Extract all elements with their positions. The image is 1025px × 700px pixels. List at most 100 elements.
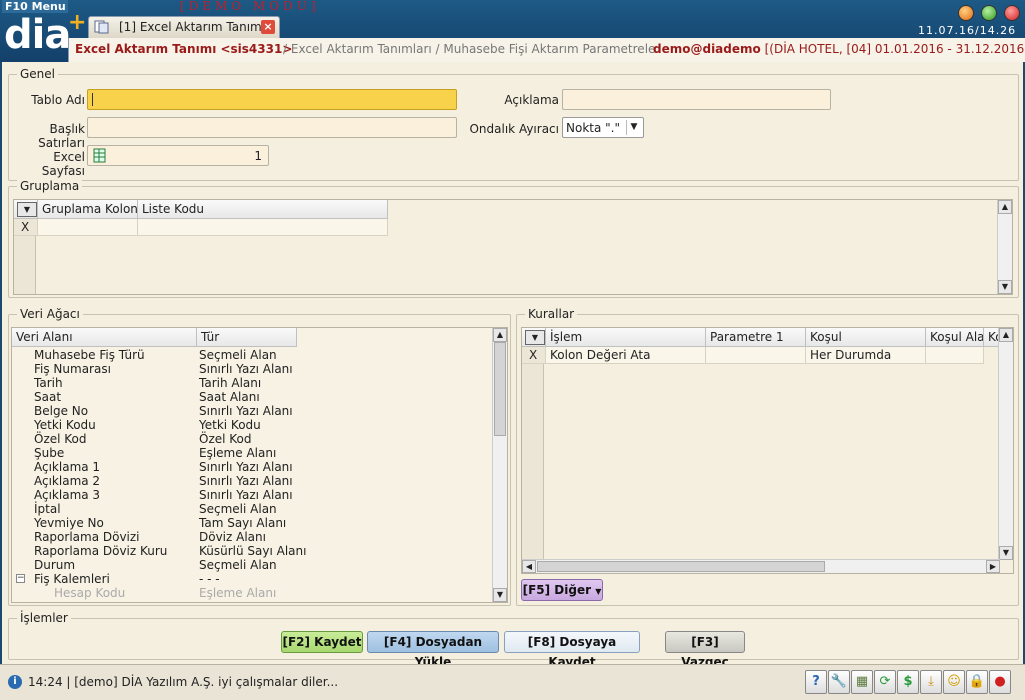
chevron-down-icon[interactable]: ▼ (17, 202, 37, 217)
scroll-left-icon[interactable]: ◀ (522, 560, 536, 573)
download-icon[interactable]: ⤓ (920, 670, 942, 694)
chevron-down-icon[interactable]: ▼ (626, 120, 641, 135)
demo-mode-label: [DEMO MODU] (180, 0, 320, 13)
liste-kodu-header[interactable]: Liste Kodu (138, 200, 388, 219)
main-panel: Genel Tablo Adı Açıklama Başlık Satırlar… (2, 62, 1023, 669)
tree-row[interactable]: İptal Seçmeli Alan (12, 502, 492, 516)
tab-excel-aktarim[interactable]: [1] Excel Aktarım Tanımı × (88, 16, 280, 38)
scroll-thumb[interactable] (537, 561, 825, 572)
gruplama-kolonu-cell[interactable] (38, 219, 138, 236)
tree-row[interactable]: Muhasebe Fiş Türü Seçmeli Alan (12, 348, 492, 362)
dosyaya-kaydet-button[interactable]: [F8] Dosyaya Kaydet (504, 631, 640, 669)
scroll-right-icon[interactable]: ▶ (986, 560, 1000, 573)
tree-field-type: Tarih Alanı (199, 376, 262, 390)
aciklama-input[interactable] (562, 89, 831, 110)
status-bar: i 14:24 | [demo] DİA Yazılım A.Ş. iyi ça… (0, 664, 1025, 700)
kurallar-horizontal-scrollbar[interactable]: ◀ ▶ (522, 559, 1000, 573)
tree-field-type: Eşleme Alanı (199, 586, 277, 600)
veri-agaci-vertical-scrollbar[interactable]: ▲ ▼ (492, 328, 507, 602)
collapse-icon[interactable]: − (16, 574, 25, 583)
diger-button[interactable]: [F5] Diğer ▼ (521, 579, 603, 601)
minimize-button[interactable] (958, 5, 974, 21)
tur-header[interactable]: Tür (197, 328, 297, 347)
vazgec-button[interactable]: [F3] Vazgeç (665, 631, 745, 669)
tree-row[interactable]: Saat Saat Alanı (12, 390, 492, 404)
diger-label: [F5] Diğer (522, 583, 592, 597)
tree-row[interactable]: Tarih Tarih Alanı (12, 376, 492, 390)
plus-icon[interactable]: + (68, 12, 86, 34)
maximize-button[interactable] (981, 5, 997, 21)
tree-row[interactable]: Hesap Kodu Eşleme Alanı (12, 586, 492, 600)
tree-row[interactable]: Raporlama Dövizi Döviz Alanı (12, 530, 492, 544)
currency-icon[interactable]: $ (897, 670, 919, 694)
kaydet-button[interactable]: [F2] Kaydet (281, 631, 363, 653)
scroll-down-icon[interactable]: ▼ (493, 588, 507, 602)
tree-field-name: Yevmiye No (34, 516, 104, 530)
tree-field-type: Sınırlı Yazı Alanı (199, 362, 293, 376)
tree-field-type: Küsürlü Sayı Alanı (199, 544, 307, 558)
tree-row[interactable]: Özel Kod Özel Kod (12, 432, 492, 446)
scroll-up-icon[interactable]: ▲ (493, 328, 507, 342)
close-icon[interactable]: × (261, 20, 275, 34)
power-icon[interactable]: ● (989, 670, 1011, 694)
baslik-satirlari-input[interactable] (87, 117, 457, 138)
tree-field-name: Açıklama 1 (34, 460, 101, 474)
lock-icon[interactable]: 🔒 (966, 670, 988, 694)
parametre-cell[interactable] (706, 347, 806, 364)
tree-row[interactable]: Açıklama 2 Sınırlı Yazı Alanı (12, 474, 492, 488)
ondalik-ayiraci-select[interactable]: Nokta "." ▼ (562, 117, 644, 138)
tablo-adi-input[interactable] (87, 89, 457, 110)
tree-row[interactable]: Açıklama 1 Sınırlı Yazı Alanı (12, 460, 492, 474)
wrench-icon[interactable]: 🔧 (828, 670, 850, 694)
tree-field-type: Tam Sayı Alanı (199, 516, 287, 530)
chevron-down-icon[interactable]: ▼ (525, 330, 545, 345)
islemler-legend: İşlemler (17, 611, 71, 625)
kosul-alani-header[interactable]: Koşul Alanı (926, 328, 984, 347)
veri-alani-header[interactable]: Veri Alanı (12, 328, 197, 347)
tree-row[interactable]: − Fiş Kalemleri - - - (12, 572, 492, 586)
tree-field-name: Saat (34, 390, 62, 404)
tree-body: Muhasebe Fiş Türü Seçmeli Alan Fiş Numaras… (12, 348, 492, 602)
close-window-button[interactable] (1004, 5, 1020, 21)
islem-cell[interactable]: Kolon Değeri Ata (546, 347, 706, 364)
kosul-header[interactable]: Koşul (806, 328, 926, 347)
kosul-alani-cell[interactable] (926, 347, 984, 364)
tree-row[interactable]: Yevmiye No Tam Sayı Alanı (12, 516, 492, 530)
kosul-cell[interactable]: Her Durumda (806, 347, 926, 364)
tree-row[interactable]: Açıklama 3 Sınırlı Yazı Alanı (12, 488, 492, 502)
tree-row[interactable]: Durum Seçmeli Alan (12, 558, 492, 572)
scroll-down-icon[interactable]: ▼ (998, 280, 1012, 294)
tree-row[interactable]: Fiş Numarası Sınırlı Yazı Alanı (12, 362, 492, 376)
tree-field-type: Sınırlı Yazı Alanı (199, 404, 293, 418)
smiley-icon[interactable]: ☺ (943, 670, 965, 694)
help-icon[interactable]: ? (805, 670, 827, 694)
tree-field-type: Sınırlı Yazı Alanı (199, 488, 293, 502)
gruplama-kolonu-header[interactable]: Gruplama Kolonu (38, 200, 138, 219)
islem-header[interactable]: İşlem (546, 328, 706, 347)
excel-sayfasi-label: Excel Sayfası (41, 150, 85, 178)
breadcrumb-path[interactable]: / Excel Aktarım Tanımları / Muhasebe Fiş… (283, 42, 655, 56)
kurallar-section: Kurallar ▼ İşlem Parametre 1 Koşul Koşul… (516, 307, 1019, 606)
dosyadan-yukle-button[interactable]: [F4] Dosyadan Yükle (367, 631, 499, 669)
text-caret (92, 93, 93, 106)
tree-row[interactable]: Yetki Kodu Yetki Kodu (12, 418, 492, 432)
gruplama-vertical-scrollbar[interactable]: ▲ ▼ (997, 200, 1012, 294)
kurallar-legend: Kurallar (525, 307, 578, 321)
refresh-icon[interactable]: ⟳ (874, 670, 896, 694)
excel-sayfasi-input[interactable]: 1 (87, 145, 269, 166)
veri-agaci-tree: Veri Alanı Tür Muhasebe Fiş Türü Seçmeli … (11, 327, 508, 603)
scroll-up-icon[interactable]: ▲ (998, 200, 1012, 214)
tree-row[interactable]: Raporlama Döviz Kuru Küsürlü Sayı Alanı (12, 544, 492, 558)
ondalik-value: Nokta "." (566, 121, 620, 135)
kurallar-vertical-scrollbar[interactable]: ▲ ▼ (998, 328, 1013, 560)
calculator-icon[interactable]: ▦ (851, 670, 873, 694)
tree-row[interactable]: Şube Eşleme Alanı (12, 446, 492, 460)
scroll-up-icon[interactable]: ▲ (999, 328, 1013, 342)
scroll-down-icon[interactable]: ▼ (999, 546, 1013, 560)
liste-kodu-cell[interactable] (138, 219, 388, 236)
tree-field-type: Saat Alanı (199, 390, 260, 404)
tree-field-name: Raporlama Dövizi (34, 530, 140, 544)
tree-row[interactable]: Belge No Sınırlı Yazı Alanı (12, 404, 492, 418)
scroll-thumb[interactable] (494, 342, 506, 436)
parametre-header[interactable]: Parametre 1 (706, 328, 806, 347)
